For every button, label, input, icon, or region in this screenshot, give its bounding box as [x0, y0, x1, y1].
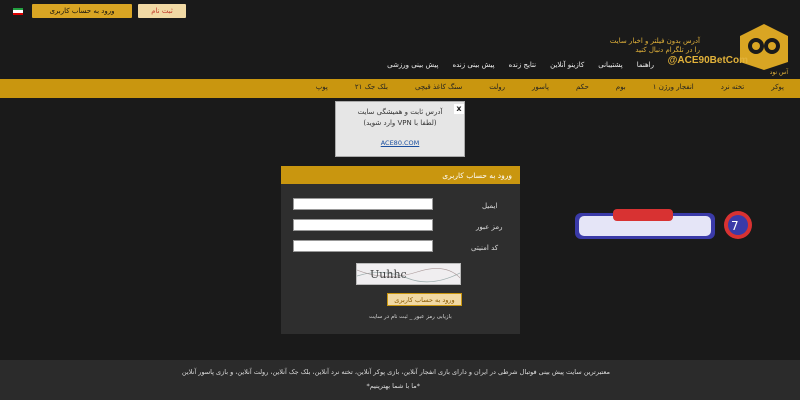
- casino-item-pasoor[interactable]: پاسور: [532, 83, 549, 91]
- brand-subtitle: آس نود: [769, 69, 788, 76]
- captcha-field[interactable]: [293, 240, 433, 252]
- captcha-text: Uuhhc: [370, 268, 407, 281]
- telegram-handle[interactable]: @ACE90BetCom: [668, 55, 748, 66]
- recover-signup-links[interactable]: بازیابی رمز عبور _ ثبت نام در سایت: [369, 314, 452, 320]
- nav-item-online-casino[interactable]: کازینو آنلاین: [550, 61, 584, 69]
- footer: معتبرترین سایت پیش بینی فوتبال شرطی در ا…: [0, 360, 800, 400]
- telegram-tagline: آدرس بدون فیلتر و اخبار سایت: [609, 37, 700, 45]
- nav-item-live-betting[interactable]: پیش بینی زنده: [452, 61, 494, 69]
- email-field[interactable]: [293, 198, 433, 210]
- site-address-link[interactable]: ACE80.COM: [336, 139, 464, 147]
- footer-description: معتبرترین سایت پیش بینی فوتبال شرطی در ا…: [181, 368, 610, 376]
- casino-item-pop[interactable]: پوپ: [316, 83, 328, 91]
- address-popup: x آدرس ثابت و همیشگی سایت (لطفا با VPN و…: [335, 101, 465, 157]
- nav-item-guide[interactable]: راهنما: [637, 61, 654, 69]
- close-icon[interactable]: x: [454, 104, 464, 114]
- casino-item-blackjack[interactable]: بلک جک ۲۱: [355, 83, 388, 91]
- svg-text:7: 7: [731, 219, 739, 233]
- casino-item-rps[interactable]: سنگ کاغذ قیچی: [415, 83, 462, 91]
- submit-login-button[interactable]: ورود به حساب کاربری: [387, 293, 462, 306]
- popup-line-1: آدرس ثابت و همیشگی سایت: [357, 108, 443, 116]
- casino-item-backgammon[interactable]: تخته نرد: [721, 83, 745, 91]
- telegram-tagline-2: را در تلگرام دنبال کنید: [635, 46, 700, 54]
- main-nav: پیش بینی ورزشی پیش بینی زنده نتایج زنده …: [373, 61, 654, 69]
- iran-flag-icon[interactable]: [13, 8, 23, 15]
- casino-item-hokm[interactable]: حکم: [576, 83, 589, 91]
- footer-slogan: *ما با شما بهترینیم*: [366, 382, 420, 390]
- casino-item-roulette[interactable]: رولت: [489, 83, 505, 91]
- casino-item-boom[interactable]: بوم: [616, 83, 626, 91]
- popup-line-2: (لطفا با VPN وارد شوید): [363, 119, 437, 127]
- password-label: رمز عبور: [476, 223, 503, 231]
- casino-item-poker[interactable]: پوکر: [771, 83, 784, 91]
- login-button[interactable]: ورود به حساب کاربری: [32, 4, 132, 18]
- shartbandi-banner: 7: [575, 209, 752, 239]
- email-label: ایمیل: [482, 202, 498, 210]
- nav-item-sport-betting[interactable]: پیش بینی ورزشی: [387, 61, 438, 69]
- casino-nav-bar: پوکر تخته نرد انفجار ورژن ۱ بوم حکم پاسو…: [0, 79, 800, 98]
- signup-button[interactable]: ثبت نام: [138, 4, 186, 18]
- casino-item-crash[interactable]: انفجار ورژن ۱: [653, 83, 694, 91]
- password-field[interactable]: [293, 219, 433, 231]
- captcha-image: Uuhhc: [356, 263, 461, 285]
- nav-item-support[interactable]: پشتیبانی: [598, 61, 622, 69]
- login-panel-title: ورود به حساب کاربری: [281, 166, 520, 184]
- top-bar: ورود به حساب کاربری ثبت نام: [0, 0, 800, 22]
- captcha-label: کد امنیتی: [471, 244, 499, 252]
- login-panel: ورود به حساب کاربری ایمیل رمز عبور کد ام…: [281, 166, 520, 334]
- nav-item-live-results[interactable]: نتایج زنده: [509, 61, 537, 69]
